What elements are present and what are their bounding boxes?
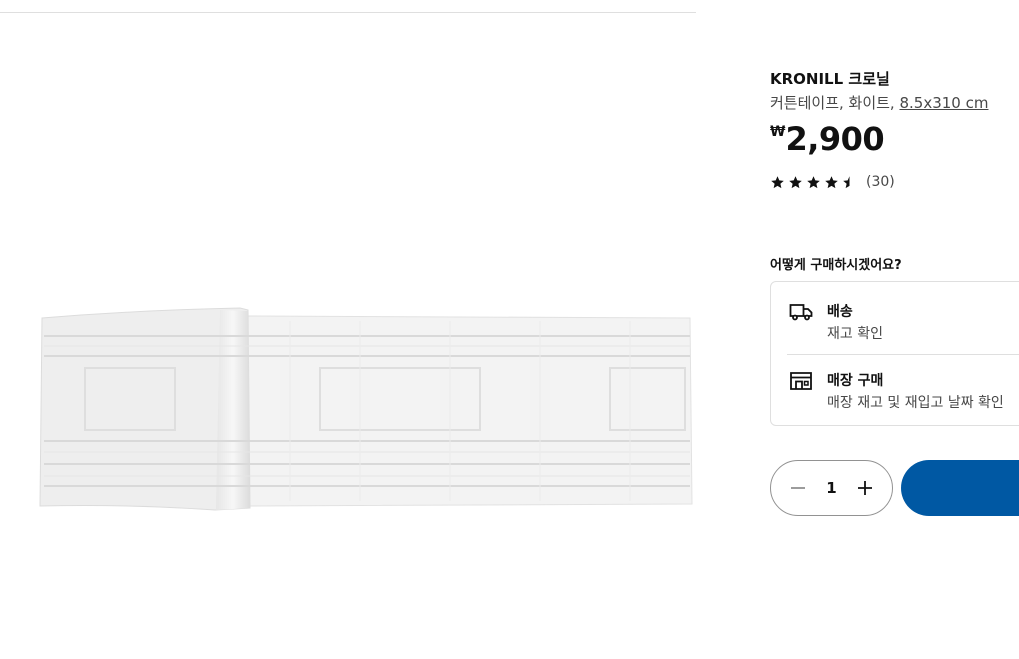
options-divider (787, 354, 1019, 355)
top-divider (0, 12, 696, 13)
store-option[interactable]: 매장 구매 매장 재고 및 재입고 날짜 확인 (787, 365, 1019, 425)
delivery-option[interactable]: 배송 재고 확인 (787, 296, 1019, 356)
add-to-cart-button[interactable] (901, 460, 1019, 516)
increase-quantity-button[interactable] (844, 461, 886, 515)
plus-icon (858, 481, 872, 495)
minus-icon (791, 487, 805, 489)
delivery-subtitle: 재고 확인 (827, 326, 883, 342)
purchase-options-box: 배송 재고 확인 매장 구매 매장 재고 및 재입고 날짜 확인 (770, 281, 1019, 426)
store-icon (790, 372, 812, 390)
half-star-icon (843, 175, 856, 188)
price-amount: 2,900 (785, 120, 885, 158)
rating-summary[interactable]: (30) (770, 173, 895, 191)
product-name: KRONILL 크로닐 (770, 70, 890, 88)
product-description: 커튼테이프, 화이트, 8.5x310 cm (770, 92, 988, 113)
store-subtitle: 매장 재고 및 재입고 날짜 확인 (827, 395, 1004, 411)
quantity-stepper: 1 (770, 460, 893, 516)
star-icon (825, 175, 838, 188)
decrease-quantity-button[interactable] (777, 461, 819, 515)
truck-icon (789, 304, 813, 321)
product-info-panel: KRONILL 크로닐 커튼테이프, 화이트, 8.5x310 cm ₩2,90… (770, 0, 1019, 659)
store-title: 매장 구매 (827, 373, 884, 389)
size-link[interactable]: 8.5x310 cm (899, 94, 988, 112)
currency-symbol: ₩ (770, 124, 786, 140)
product-description-text: 커튼테이프, 화이트, (770, 94, 900, 112)
product-image (39, 307, 693, 511)
product-price: ₩2,900 (770, 120, 885, 158)
star-icon (771, 175, 784, 188)
review-count: (30) (866, 174, 895, 190)
purchase-method-heading: 어떻게 구매하시겠어요? (770, 258, 902, 273)
star-icon (807, 175, 820, 188)
star-icon (789, 175, 802, 188)
delivery-title: 배송 (827, 304, 853, 320)
